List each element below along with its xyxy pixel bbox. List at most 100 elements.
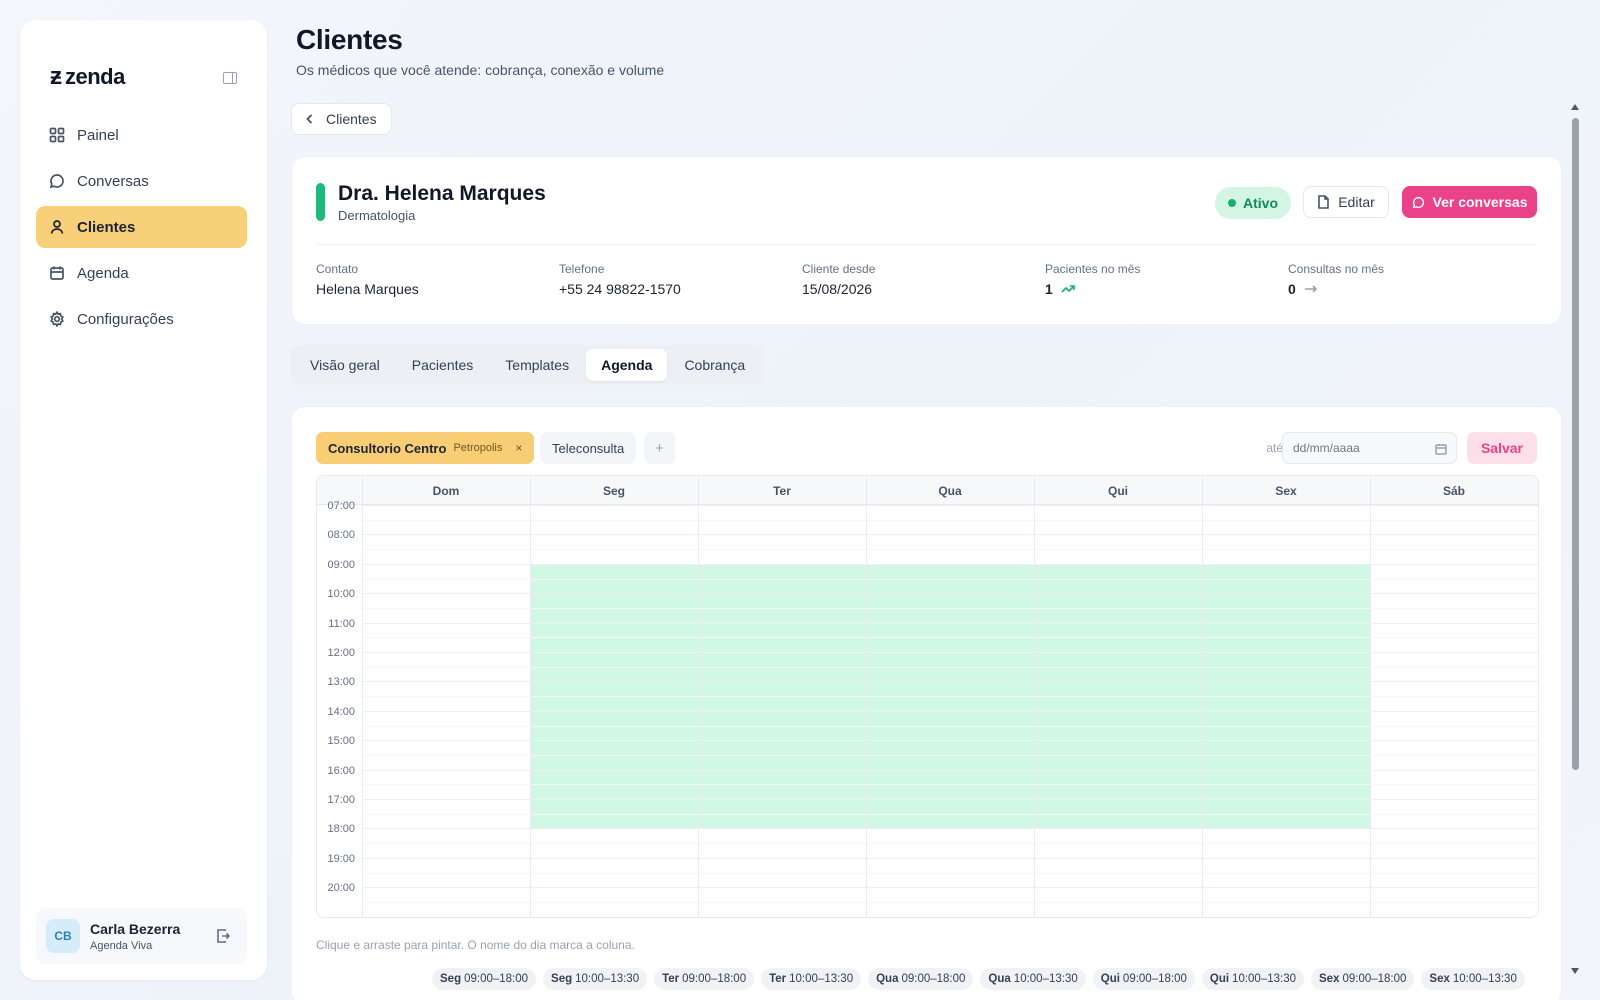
tab-cobranca[interactable]: Cobrança (669, 349, 760, 381)
tab-pacientes[interactable]: Pacientes (397, 349, 488, 381)
day-header-seg[interactable]: Seg (530, 476, 698, 505)
slot-time: 10:00–13:30 (1452, 973, 1517, 985)
slot-time: 10:00–13:30 (789, 973, 854, 985)
location-name: Consultorio Centro (328, 440, 447, 456)
save-button[interactable]: Salvar (1467, 432, 1537, 464)
tab-agenda[interactable]: Agenda (586, 349, 668, 381)
client-tabs: Visão geral Pacientes Templates Agenda C… (291, 345, 765, 385)
column-line (866, 476, 867, 917)
hour-line (362, 857, 1538, 859)
edit-button[interactable]: Editar (1303, 186, 1389, 218)
tab-visao-geral[interactable]: Visão geral (295, 349, 395, 381)
slot-chip[interactable]: Qua 09:00–18:00 (868, 968, 974, 990)
half-hour-line (362, 637, 1538, 639)
hour-line (362, 887, 1538, 889)
sidebar-item-clientes[interactable]: Clientes (36, 206, 247, 248)
user-card: CB Carla Bezerra Agenda Viva (36, 908, 247, 964)
half-hour-line (362, 666, 1538, 668)
stat-value: 1 (1045, 281, 1053, 297)
sidebar-nav: Painel Conversas Clientes Agenda Configu… (36, 114, 247, 344)
until-date-input[interactable] (1282, 432, 1457, 464)
view-conversations-button[interactable]: Ver conversas (1402, 186, 1537, 218)
slot-day: Qua (876, 973, 899, 985)
slot-chip[interactable]: Ter 09:00–18:00 (654, 968, 755, 990)
half-hour-line (362, 872, 1538, 874)
slot-chip[interactable]: Seg 09:00–18:00 (432, 968, 537, 990)
hour-line (362, 652, 1538, 653)
day-header-dom[interactable]: Dom (362, 476, 530, 505)
scrollbar-thumb[interactable] (1572, 118, 1579, 770)
chat-icon (49, 174, 64, 189)
availability-grid[interactable]: Dom Seg Ter Qua Qui Sex Sáb 07:00 08:00 09:00 10:… (316, 475, 1539, 918)
hour-label: 11:00 (328, 617, 355, 630)
client-card: Dra. Helena Marques Dermatologia Ativo E… (291, 156, 1562, 325)
sidebar-item-configuracoes[interactable]: Configurações (36, 298, 247, 340)
day-header-sex[interactable]: Sex (1202, 476, 1370, 505)
slot-chip[interactable]: Qua 10:00–13:30 (980, 968, 1086, 990)
location-chip-consultorio[interactable]: Consultorio Centro Petropolis × (316, 432, 535, 464)
day-header-ter[interactable]: Ter (698, 476, 866, 505)
collapse-sidebar-icon[interactable] (223, 72, 237, 84)
sidebar-item-label: Painel (77, 126, 119, 144)
back-button-label: Clientes (326, 111, 377, 127)
status-label: Ativo (1243, 195, 1278, 211)
slot-chip[interactable]: Qui 10:00–13:30 (1201, 968, 1304, 990)
stat-value: 15/08/2026 (802, 281, 873, 297)
day-header-sáb[interactable]: Sáb (1370, 476, 1538, 505)
half-hour-line (362, 784, 1538, 786)
scroll-down-icon[interactable] (1571, 968, 1579, 974)
sidebar-item-label: Agenda (77, 264, 129, 282)
close-icon[interactable]: × (515, 441, 522, 455)
slot-list: Seg 09:00–18:00 Seg 10:00–13:30 Ter 09:00–18:… (432, 968, 1525, 990)
slot-day: Qua (988, 973, 1011, 985)
slot-chip[interactable]: Seg 10:00–13:30 (543, 968, 648, 990)
slot-chip[interactable]: Sex 10:00–13:30 (1421, 968, 1525, 990)
logout-button[interactable] (215, 928, 231, 944)
scroll-up-icon[interactable] (1571, 104, 1579, 110)
calendar-icon (50, 266, 64, 280)
hour-label: 13:00 (327, 676, 355, 689)
slot-chip[interactable]: Qui 09:00–18:00 (1092, 968, 1195, 990)
half-hour-line (362, 754, 1538, 756)
user-icon (50, 220, 64, 234)
sidebar-item-painel[interactable]: Painel (36, 114, 247, 156)
stat-consultas-mes: Consultas no mês 0 (1288, 262, 1384, 297)
slot-day: Sex (1319, 973, 1340, 985)
hour-label: 14:00 (327, 705, 355, 718)
status-badge: Ativo (1215, 187, 1291, 219)
logo[interactable]: ƶ zenda (50, 64, 125, 90)
hour-line (362, 916, 1538, 917)
location-chip-teleconsulta[interactable]: Teleconsulta (540, 432, 637, 464)
client-accent-bar (316, 183, 325, 221)
half-hour-line (362, 725, 1538, 727)
sidebar-item-agenda[interactable]: Agenda (36, 252, 247, 294)
hour-line (362, 799, 1538, 800)
scrollbar[interactable] (1571, 104, 1580, 974)
page-title: Clientes (296, 24, 403, 55)
hour-line (362, 505, 1538, 506)
stat-label: Cliente desde (802, 262, 876, 276)
hour-label: 12:00 (327, 647, 355, 659)
slot-chip[interactable]: Sex 09:00–18:00 (1311, 968, 1415, 990)
half-hour-line (362, 901, 1538, 903)
slot-time: 10:00–13:30 (575, 973, 640, 985)
column-line (362, 476, 363, 917)
stat-cliente-desde: Cliente desde 15/08/2026 (802, 262, 875, 297)
tab-templates[interactable]: Templates (490, 349, 584, 381)
half-hour-line (362, 519, 1538, 521)
day-header-qua[interactable]: Qua (866, 476, 1034, 505)
column-line (698, 476, 699, 917)
back-button[interactable]: Clientes (291, 103, 392, 135)
hour-line (362, 593, 1538, 595)
until-label: até (1266, 441, 1283, 455)
logout-icon (217, 929, 231, 943)
hour-label: 20:00 (327, 882, 355, 895)
sidebar-item-conversas[interactable]: Conversas (36, 160, 247, 202)
slot-chip[interactable]: Ter 10:00–13:30 (761, 968, 862, 990)
add-location-button[interactable]: + (644, 432, 675, 464)
day-header-qui[interactable]: Qui (1034, 476, 1202, 505)
gear-icon (50, 311, 64, 327)
stat-label: Contato (316, 262, 359, 276)
stat-pacientes-mes: Pacientes no mês 1 (1045, 262, 1140, 297)
stat-value: Helena Marques (316, 281, 419, 297)
